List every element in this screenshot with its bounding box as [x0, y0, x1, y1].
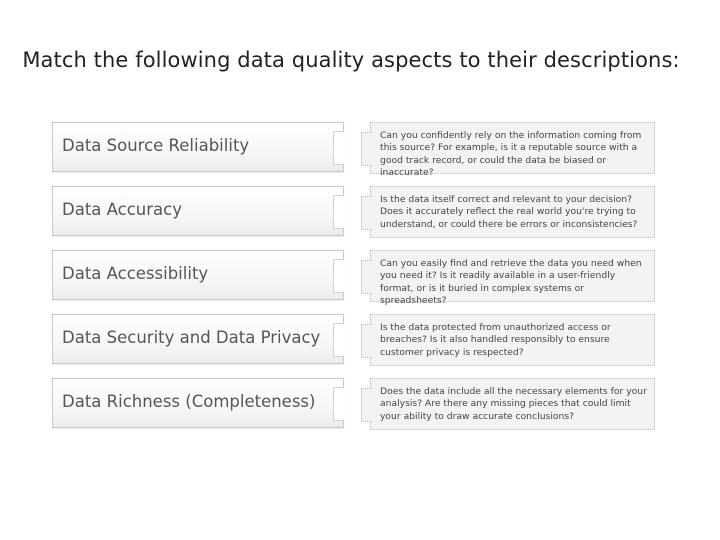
drop-target-description: Can you confidently rely on the informat… — [380, 130, 642, 179]
match-pair: Data Security and Data Privacy Is the da… — [52, 314, 655, 366]
drag-connector — [333, 131, 344, 165]
drag-connector — [333, 195, 344, 229]
drop-target-1[interactable]: Can you confidently rely on the informat… — [361, 122, 655, 178]
drop-connector — [361, 132, 372, 166]
drop-target-description: Does the data include all the necessary … — [380, 386, 647, 422]
drag-item-label: Data Security and Data Privacy — [62, 328, 321, 347]
drop-connector — [361, 388, 372, 422]
drag-connector — [333, 323, 344, 357]
match-pair: Data Source Reliability Can you confiden… — [52, 122, 655, 178]
drag-item-data-source-reliability[interactable]: Data Source Reliability — [52, 122, 344, 172]
drag-item-label: Data Accuracy — [62, 200, 182, 219]
drag-item-data-richness[interactable]: Data Richness (Completeness) — [52, 378, 344, 428]
match-pair: Data Accessibility Can you easily find a… — [52, 250, 655, 306]
drag-item-data-accessibility[interactable]: Data Accessibility — [52, 250, 344, 300]
match-pair: Data Richness (Completeness) Does the da… — [52, 378, 655, 430]
drop-connector — [361, 324, 372, 358]
drag-connector — [333, 387, 344, 421]
drop-connector — [361, 196, 372, 230]
drop-target-2[interactable]: Is the data itself correct and relevant … — [361, 186, 655, 238]
drop-target-description: Is the data itself correct and relevant … — [380, 194, 638, 230]
drop-connector — [361, 260, 372, 294]
drag-item-label: Data Richness (Completeness) — [62, 392, 316, 411]
drag-connector — [333, 259, 344, 293]
match-pair: Data Accuracy Is the data itself correct… — [52, 186, 655, 238]
drag-item-label: Data Accessibility — [62, 264, 209, 283]
drag-item-data-accuracy[interactable]: Data Accuracy — [52, 186, 344, 236]
drop-target-3[interactable]: Can you easily find and retrieve the dat… — [361, 250, 655, 306]
drop-target-4[interactable]: Is the data protected from unauthorized … — [361, 314, 655, 366]
drop-target-5[interactable]: Does the data include all the necessary … — [361, 378, 655, 430]
drop-target-description: Can you easily find and retrieve the dat… — [380, 258, 642, 307]
question-title: Match the following data quality aspects… — [22, 48, 680, 72]
drag-item-data-security-privacy[interactable]: Data Security and Data Privacy — [52, 314, 344, 364]
drop-target-description: Is the data protected from unauthorized … — [380, 322, 611, 358]
drag-item-label: Data Source Reliability — [62, 136, 250, 155]
